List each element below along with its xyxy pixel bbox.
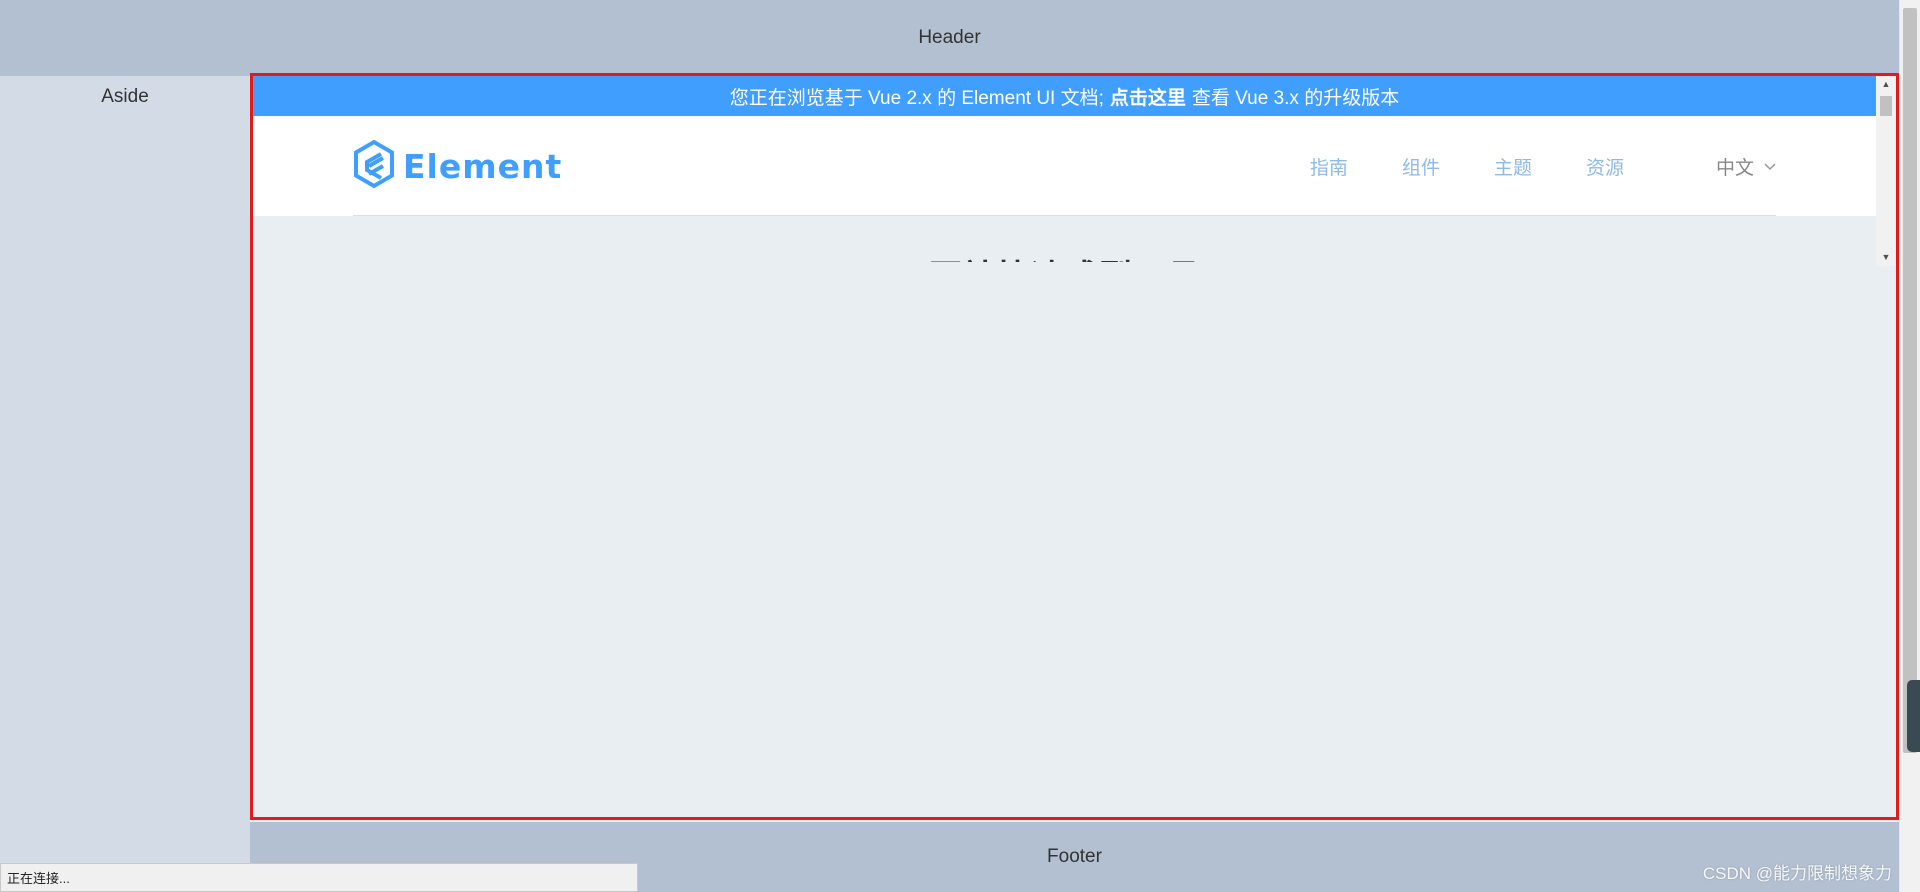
nav-resource[interactable]: 资源 [1586, 153, 1624, 180]
language-label: 中文 [1715, 157, 1754, 179]
language-dropdown[interactable]: 中文 [1716, 153, 1776, 180]
side-widget-tab[interactable] [1907, 680, 1920, 752]
embedded-iframe[interactable]: 您正在浏览基于 Vue 2.x 的 Element UI 文档; 点击这里 查看… [250, 73, 1899, 820]
scroll-up-arrow-icon[interactable]: ▲ [1876, 76, 1896, 93]
browser-status-bar: 正在连接... [0, 863, 638, 892]
iframe-scroll-thumb[interactable] [1880, 96, 1892, 116]
hero-title: 网站快速成型工具 [253, 216, 1876, 262]
window-scrollbar[interactable] [1899, 0, 1920, 892]
banner-text-prefix: 您正在浏览基于 Vue 2.x 的 Element UI 文档; [729, 87, 1104, 109]
logo-text: Element [403, 147, 563, 186]
nav-theme[interactable]: 主题 [1494, 153, 1532, 180]
banner-text-suffix: 查看 Vue 3.x 的升级版本 [1191, 87, 1400, 109]
nav-component[interactable]: 组件 [1402, 153, 1440, 180]
hero-title-text: 网站快速成型工具 [929, 250, 1201, 262]
iframe-content: 您正在浏览基于 Vue 2.x 的 Element UI 文档; 点击这里 查看… [253, 76, 1876, 817]
scroll-down-arrow-icon[interactable]: ▼ [1876, 249, 1896, 266]
site-logo[interactable]: Element [353, 139, 563, 193]
footer-label: Footer [1047, 846, 1102, 867]
nav-links: 指南 组件 主题 资源 中文 [1256, 116, 1776, 216]
element-logo-icon [353, 139, 395, 193]
window-scroll-thumb[interactable] [1903, 8, 1917, 753]
aside-label: Aside [101, 86, 149, 107]
chevron-down-icon [1764, 159, 1776, 174]
iframe-scrollbar[interactable]: ▲ ▼ [1876, 76, 1896, 266]
status-text: 正在连接... [7, 871, 70, 886]
nav-divider [353, 215, 1776, 216]
watermark: CSDN @能力限制想象力 [1702, 864, 1892, 883]
site-navbar: Element 指南 组件 主题 资源 中文 [253, 116, 1876, 216]
header-label: Header [918, 27, 981, 48]
layout-aside: Aside [0, 76, 250, 892]
layout-header: Header [0, 0, 1899, 76]
nav-guide[interactable]: 指南 [1310, 153, 1348, 180]
version-banner: 您正在浏览基于 Vue 2.x 的 Element UI 文档; 点击这里 查看… [253, 76, 1876, 116]
banner-link[interactable]: 点击这里 [1110, 83, 1186, 110]
